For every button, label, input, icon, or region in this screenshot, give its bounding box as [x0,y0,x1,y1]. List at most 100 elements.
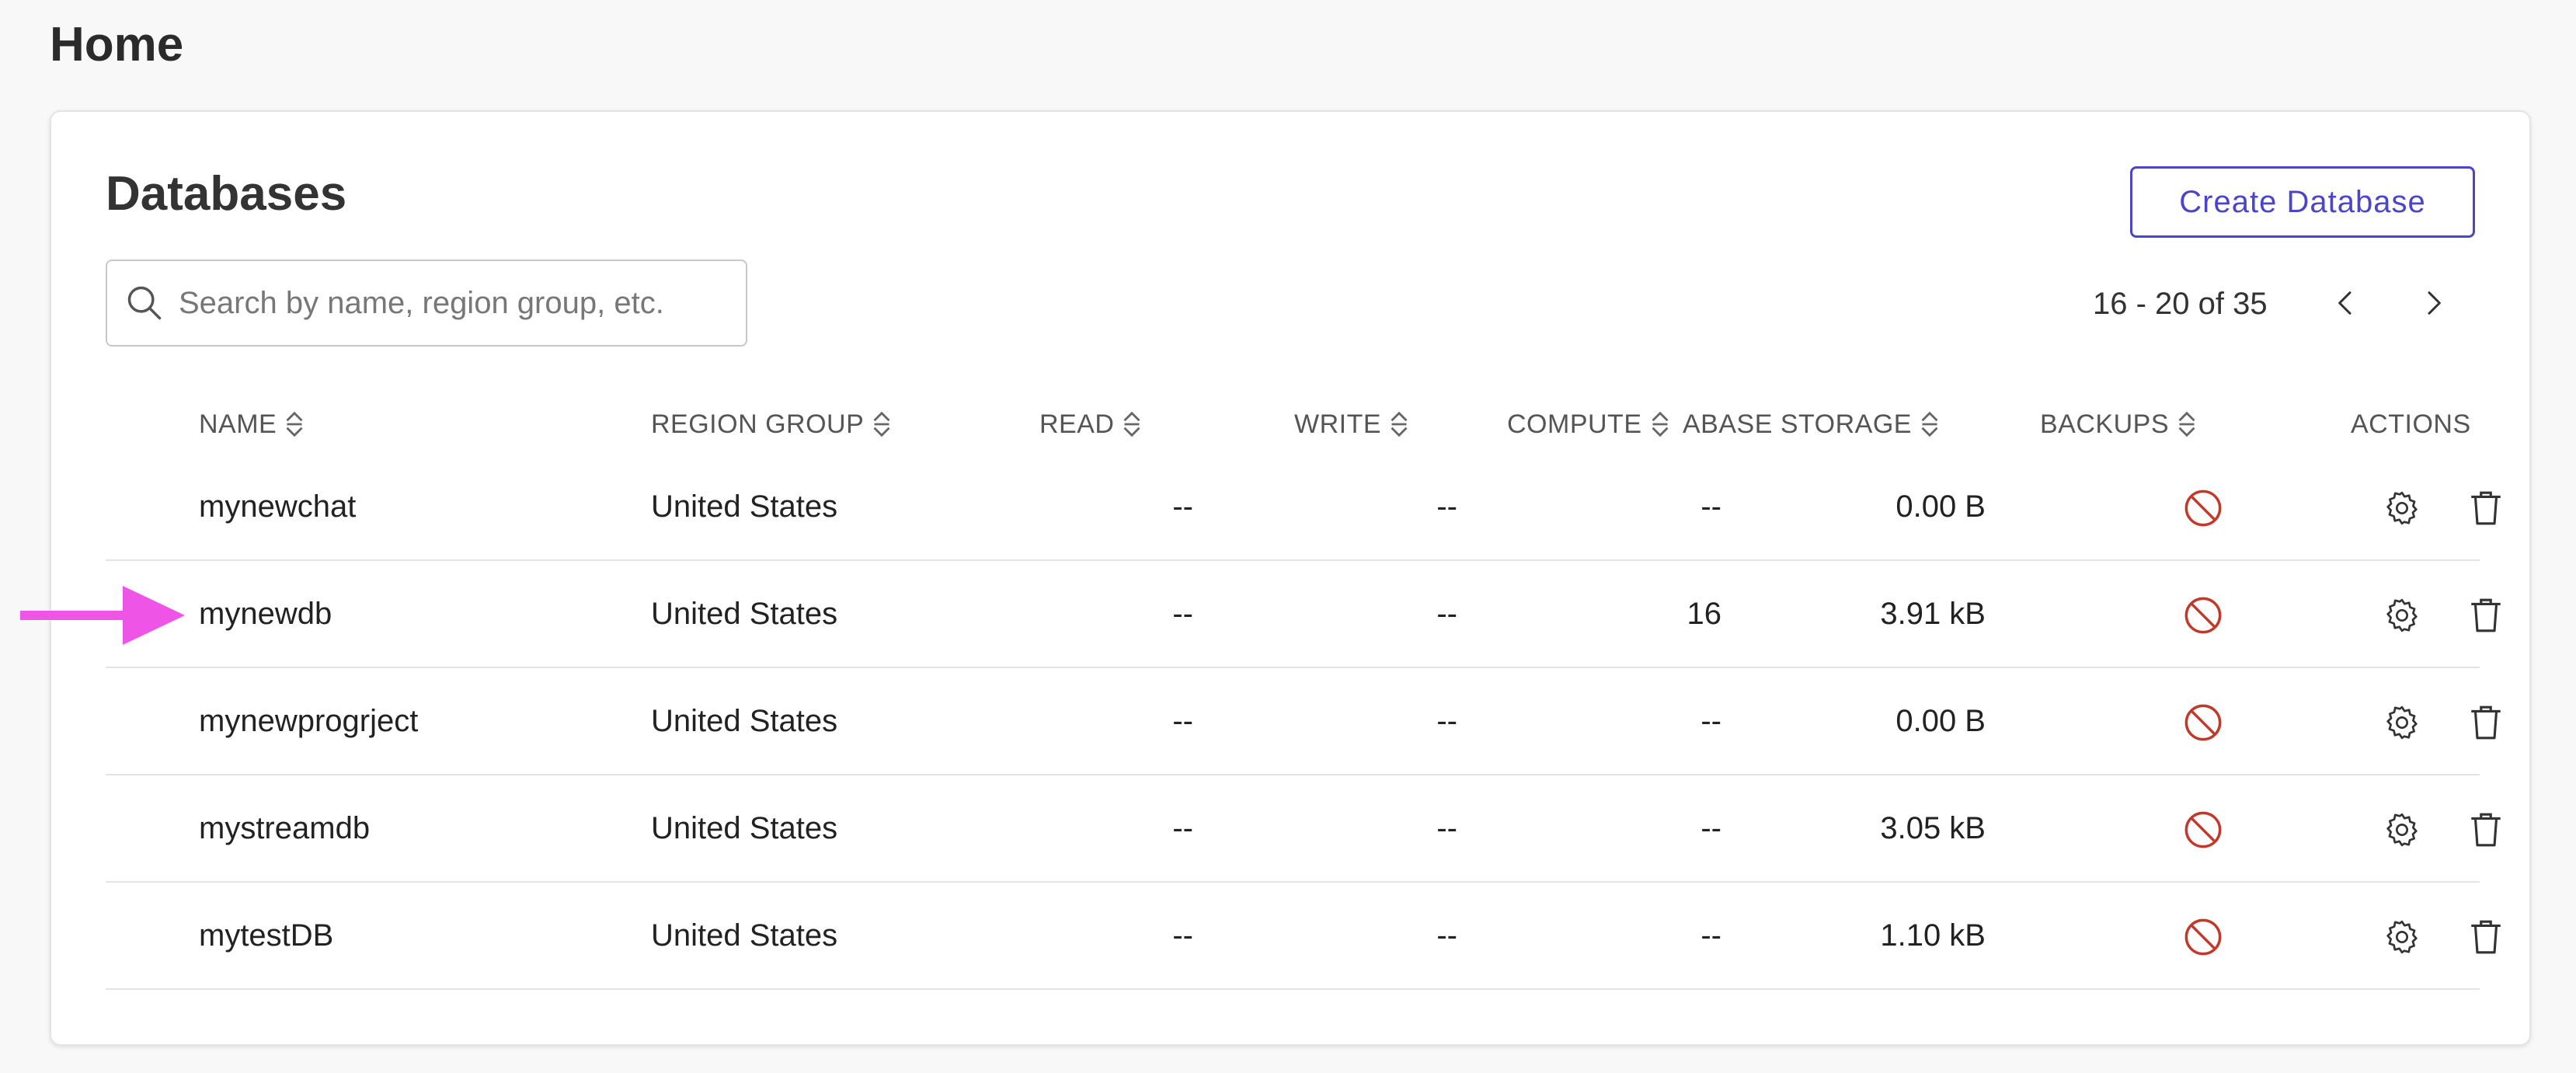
table-row[interactable]: mytestDB United States -- -- -- 1.10 kB [106,883,2501,990]
delete-button[interactable] [2466,917,2506,957]
column-header-region[interactable]: REGION GROUP [651,395,893,454]
db-storage: 0.00 B [1895,489,1986,524]
column-header-label: ABASE STORAGE [1683,409,1912,439]
db-region: United States [651,596,838,631]
column-header-label: READ [1039,409,1115,439]
settings-button[interactable] [2382,702,2422,743]
db-name[interactable]: mynewprogrject [199,668,418,774]
next-page-button[interactable] [2410,280,2456,326]
db-compute: -- [1701,918,1721,953]
db-compute: -- [1701,810,1721,845]
sort-icon [1921,411,1938,437]
db-storage: 3.05 kB [1880,810,1986,845]
gear-icon [2386,920,2418,954]
gear-icon [2386,705,2418,740]
table-row[interactable]: mynewdb United States -- -- 16 3.91 kB [106,561,2501,668]
sort-icon [1391,411,1408,437]
prohibited-icon [2184,704,2222,741]
column-header-label: WRITE [1294,409,1382,439]
trash-icon [2471,920,2501,954]
column-header-compute[interactable]: COMPUTE [1507,395,1672,454]
db-storage: 3.91 kB [1880,596,1986,631]
table-row[interactable]: mystreamdb United States -- -- -- 3.05 k… [106,775,2501,883]
trash-icon [2471,813,2501,847]
settings-button[interactable] [2382,917,2422,957]
chevron-right-icon [2428,291,2441,315]
backup-status [2183,810,2223,850]
db-name[interactable]: mynewchat [199,454,356,559]
db-name[interactable]: mynewdb [199,561,332,667]
backup-status [2183,488,2223,528]
delete-button[interactable] [2466,702,2506,743]
delete-button[interactable] [2466,595,2506,636]
column-header-backups[interactable]: BACKUPS [2040,395,2198,454]
db-write: -- [1436,810,1457,845]
backup-status [2183,595,2223,636]
delete-button[interactable] [2466,488,2506,528]
trash-icon [2471,705,2501,740]
db-write: -- [1436,596,1457,631]
column-header-name[interactable]: NAME [199,395,306,454]
db-compute: -- [1701,703,1721,738]
db-region: United States [651,703,838,738]
search-input[interactable] [179,285,722,321]
prohibited-icon [2184,918,2222,956]
db-read: -- [1172,703,1193,738]
db-read: -- [1172,489,1193,524]
db-region: United States [651,810,838,845]
settings-button[interactable] [2382,595,2422,636]
gear-icon [2386,813,2418,847]
sort-icon [2178,411,2195,437]
sort-icon [1123,411,1140,437]
column-header-label: ACTIONS [2351,409,2471,439]
trash-icon [2471,491,2501,525]
create-database-button[interactable]: Create Database [2130,166,2475,238]
backup-status [2183,917,2223,957]
backup-status [2183,702,2223,743]
db-name[interactable]: mytestDB [199,883,333,988]
db-read: -- [1172,918,1193,953]
table-row[interactable]: mynewchat United States -- -- -- 0.00 B [106,454,2501,561]
table-row[interactable]: mynewprogrject United States -- -- -- 0.… [106,668,2501,775]
db-name[interactable]: mystreamdb [199,775,370,881]
pagination-range: 16 - 20 of 35 [2093,287,2268,321]
db-read: -- [1172,810,1193,845]
arrow-right-icon [20,586,185,645]
column-header-storage[interactable]: ABASE STORAGE [1683,395,1941,454]
column-header-actions: ACTIONS [2351,395,2471,454]
db-region: United States [651,489,838,524]
search-icon [127,286,162,320]
db-read: -- [1172,596,1193,631]
trash-icon [2471,598,2501,632]
chevron-left-icon [2338,291,2351,315]
search-box[interactable] [106,260,747,347]
prohibited-icon [2184,489,2222,527]
column-header-label: COMPUTE [1507,409,1642,439]
delete-button[interactable] [2466,810,2506,850]
column-header-label: BACKUPS [2040,409,2169,439]
db-write: -- [1436,918,1457,953]
column-header-label: NAME [199,409,277,439]
db-region: United States [651,918,838,953]
db-storage: 1.10 kB [1880,918,1986,953]
card-title: Databases [106,167,347,221]
gear-icon [2386,598,2418,632]
gear-icon [2386,491,2418,525]
page-title: Home [50,18,184,71]
column-header-read[interactable]: READ [1039,395,1144,454]
databases-table: NAME REGION GROUP READ WRITE COMPUTE ABA… [106,395,2501,990]
sort-icon [1651,411,1669,437]
db-write: -- [1436,703,1457,738]
prohibited-icon [2184,811,2222,848]
column-header-label: REGION GROUP [651,409,865,439]
settings-button[interactable] [2382,810,2422,850]
column-header-write[interactable]: WRITE [1294,395,1411,454]
db-write: -- [1436,489,1457,524]
databases-card: Databases Create Database 16 - 20 of 35 … [50,110,2531,1046]
prohibited-icon [2184,597,2222,634]
prev-page-button[interactable] [2323,280,2369,326]
settings-button[interactable] [2382,488,2422,528]
db-compute: 16 [1687,596,1722,631]
db-compute: -- [1701,489,1721,524]
sort-icon [286,411,303,437]
